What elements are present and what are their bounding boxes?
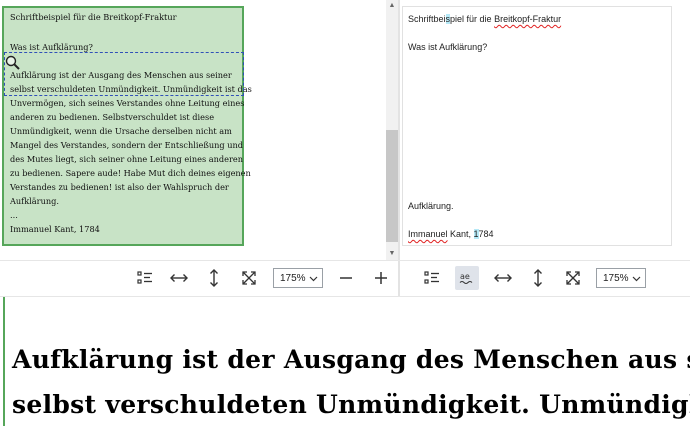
preview-selection-border — [3, 297, 5, 426]
image-line-question: Was ist Aufklärung? — [10, 42, 93, 52]
image-line: Mangel des Verstandes, sondern der Entsc… — [10, 140, 244, 150]
text-line-title: Schriftbeispiel für die Breitkopf-Fraktu… — [408, 14, 562, 24]
zoom-in-icon[interactable] — [369, 266, 393, 290]
image-line-ellipsis: ... — [10, 210, 18, 220]
selection-box[interactable] — [4, 52, 244, 96]
image-toolbar: 175% — [0, 261, 398, 296]
image-pane[interactable]: Schriftbeispiel für die Breitkopf-Fraktu… — [0, 0, 398, 260]
text-pane[interactable]: Schriftbeispiel für die Breitkopf-Fraktu… — [400, 0, 690, 260]
zoom-value: 175% — [603, 272, 629, 284]
spelling-error: Breitkopf-Fraktur — [494, 14, 562, 24]
image-line: anderen zu bedienen. Selbstverschuldet i… — [10, 112, 215, 122]
image-line: Verstandes zu bedienen! ist also der Wah… — [10, 182, 229, 192]
zoom-out-icon[interactable] — [334, 266, 358, 290]
preview-line: selbst verschuldeten Unmündigkeit. Unmün… — [12, 390, 690, 419]
list-view-icon[interactable] — [420, 266, 444, 290]
text-line-question: Was ist Aufklärung? — [408, 42, 488, 52]
magnifier-icon — [4, 54, 22, 72]
image-line: Unvermögen, sich seines Verstandes ohne … — [10, 98, 245, 108]
text-wrap-icon[interactable]: ae — [455, 266, 479, 290]
zoom-select[interactable]: 175% — [273, 268, 323, 288]
list-view-icon[interactable] — [133, 266, 157, 290]
vertical-scrollbar[interactable]: ▲ ▼ — [386, 0, 398, 260]
text-line-author: Immanuel Kant, 1784 — [408, 229, 494, 239]
chevron-down-icon — [632, 276, 641, 282]
svg-text:ae: ae — [460, 272, 470, 281]
fit-page-icon[interactable] — [237, 266, 261, 290]
zoom-preview[interactable]: Aufklärung ist der Ausgang des Menschen … — [0, 297, 690, 426]
scrollbar-thumb[interactable] — [386, 130, 398, 242]
zoom-value: 175% — [280, 272, 306, 284]
fit-height-icon[interactable] — [202, 266, 226, 290]
fit-width-icon[interactable] — [491, 266, 515, 290]
image-line-title: Schriftbeispiel für die Breitkopf-Fraktu… — [10, 12, 177, 22]
image-line: Unmündigkeit, wenn die Ursache derselben… — [10, 126, 232, 136]
zoom-select[interactable]: 175% — [596, 268, 646, 288]
fit-height-icon[interactable] — [526, 266, 550, 290]
image-line: Aufklärung. — [10, 196, 59, 206]
spelling-error: Immanuel — [408, 229, 448, 239]
fit-width-icon[interactable] — [167, 266, 191, 290]
fit-page-icon[interactable] — [561, 266, 585, 290]
image-line: zu bedienen. Sapere aude! Habe Mut dich … — [10, 168, 251, 178]
image-page[interactable]: Schriftbeispiel für die Breitkopf-Fraktu… — [2, 6, 252, 246]
text-line-aufklaerung: Aufklärung. — [408, 201, 454, 211]
preview-line: Aufklärung ist der Ausgang des Menschen … — [12, 345, 690, 374]
image-line-author: Immanuel Kant, 1784 — [10, 224, 100, 234]
scroll-up-icon[interactable]: ▲ — [386, 0, 398, 12]
chevron-down-icon — [309, 276, 318, 282]
text-toolbar: ae 175% — [400, 261, 690, 296]
image-line: des Mutes liegt, sich seiner ohne Leitun… — [10, 154, 244, 164]
text-editor[interactable]: Schriftbeispiel für die Breitkopf-Fraktu… — [402, 6, 672, 246]
scroll-down-icon[interactable]: ▼ — [386, 248, 398, 260]
